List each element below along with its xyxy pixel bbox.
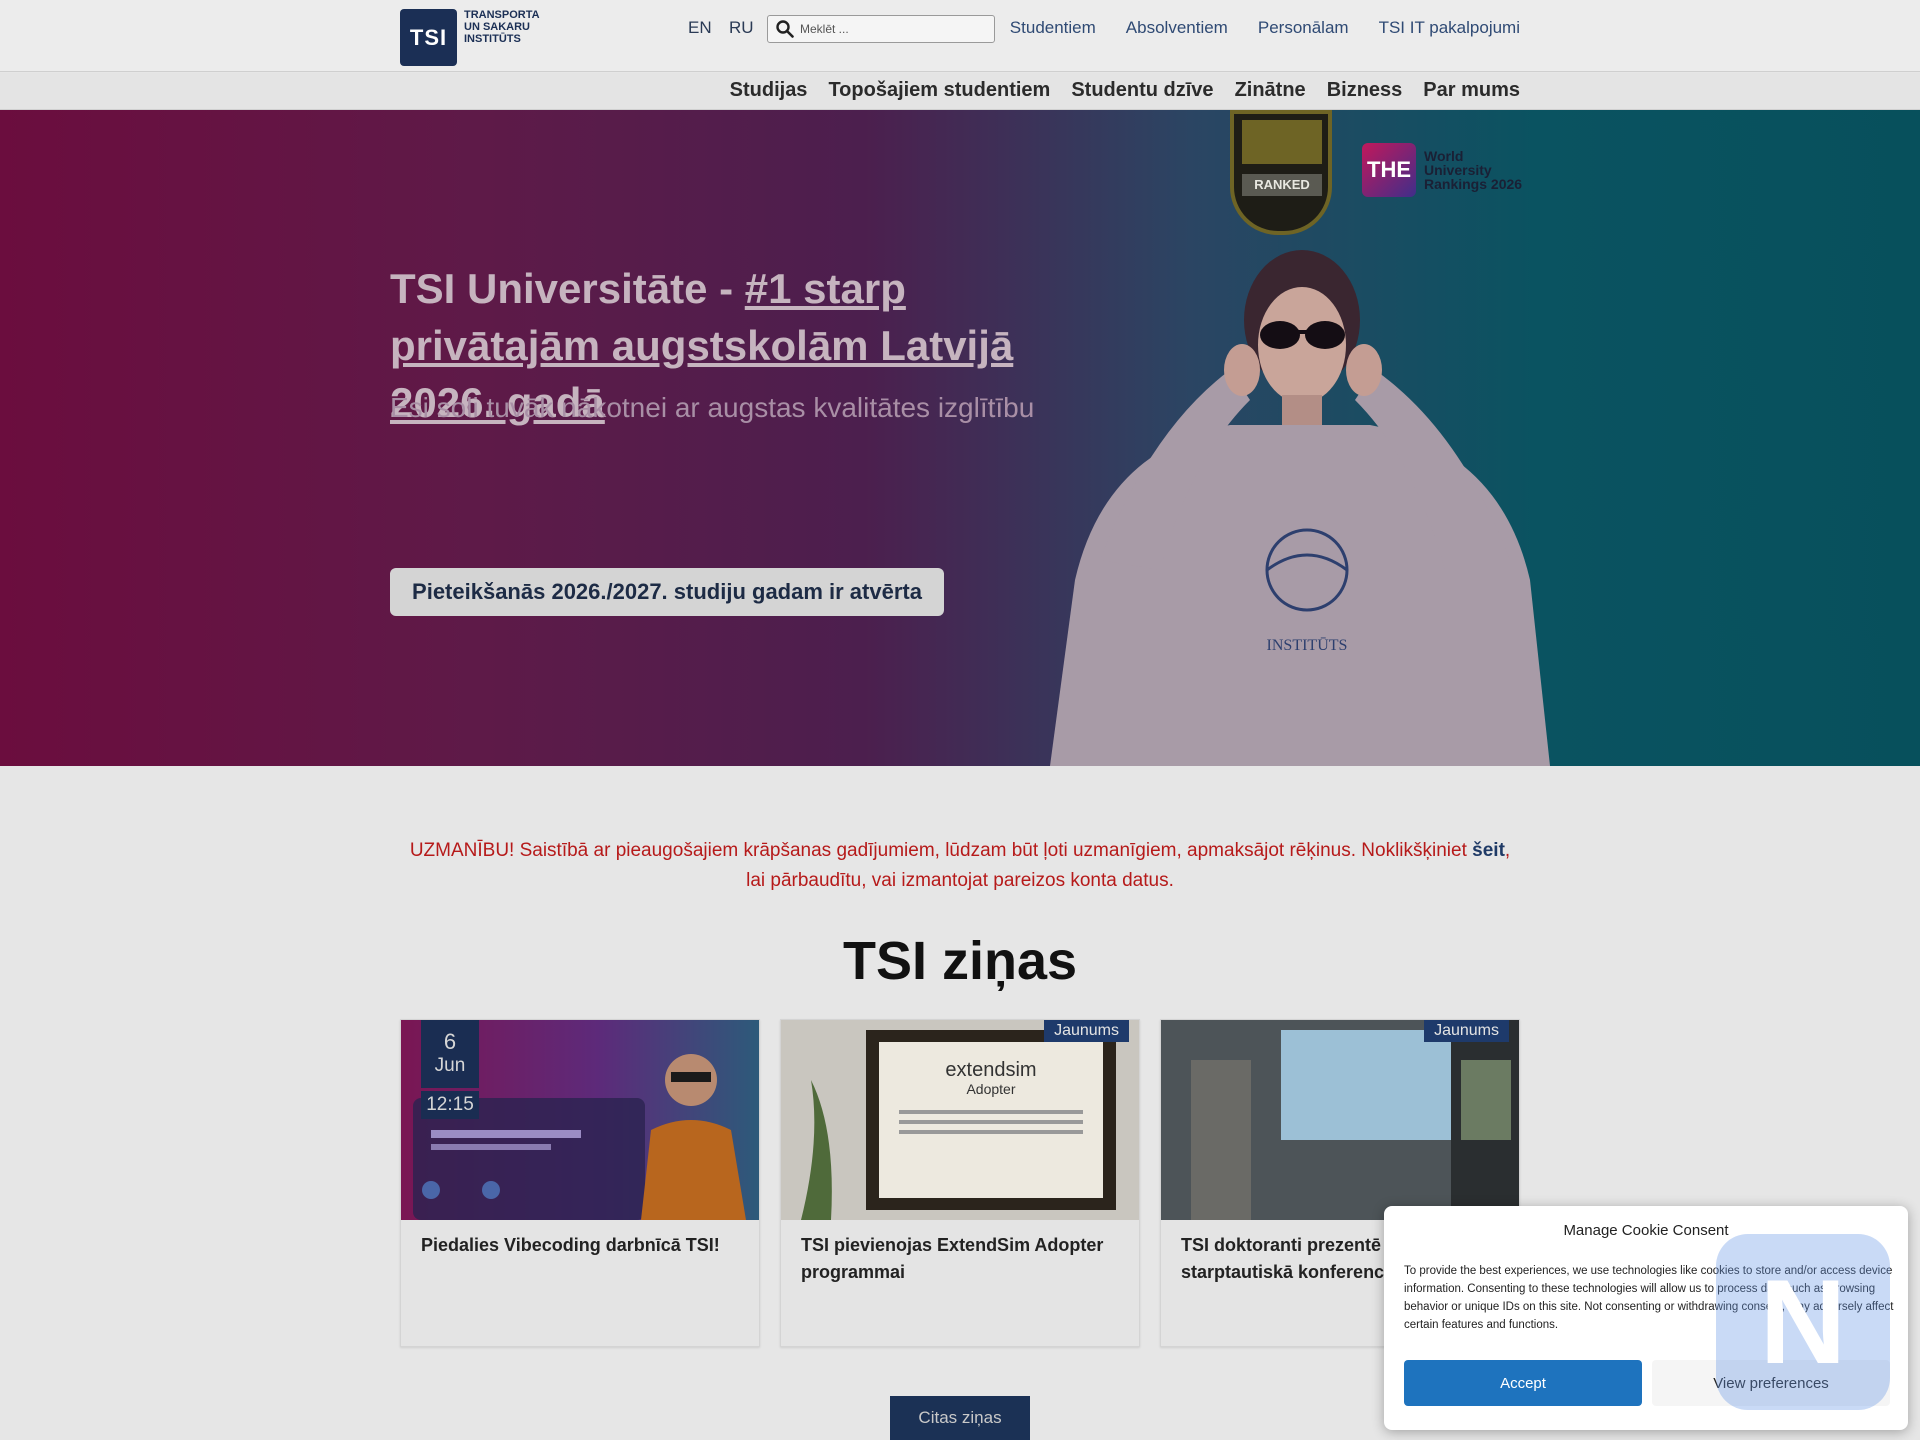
the-rankings-logo: THE World University Rankings 2026 [1362, 143, 1522, 197]
the-line-2: University [1424, 162, 1492, 178]
lang-ru-link[interactable]: RU [729, 18, 754, 38]
svg-text:INSTITŪTS: INSTITŪTS [1267, 637, 1348, 654]
logo-line-3: INSTITŪTS [464, 33, 521, 45]
top-link-absolventiem[interactable]: Absolventiem [1126, 18, 1228, 38]
logo-line-1: TRANSPORTA [464, 9, 540, 21]
notice-text-before: UZMANĪBU! Saistībā ar pieaugošajiem krāp… [409, 840, 1473, 861]
top-link-it-services[interactable]: TSI IT pakalpojumi [1379, 18, 1520, 38]
event-time: 12:15 [421, 1091, 479, 1119]
news-heading: TSI ziņas [842, 931, 1078, 991]
qs-badge-ranked: RANKED [1242, 174, 1322, 196]
top-links: Studentiem Absolventiem Personālam TSI I… [980, 18, 1520, 38]
nav-item-toposajiem[interactable]: Topošajiem studentiem [828, 79, 1050, 102]
nav-item-zinatne[interactable]: Zinātne [1235, 79, 1306, 102]
search-input[interactable] [800, 22, 980, 36]
nav-item-bizness[interactable]: Bizness [1327, 79, 1403, 102]
news-card[interactable]: extendsim Adopter Jaunums TSI pievienoja… [780, 1019, 1140, 1347]
certificate-graphic: extendsim Adopter [801, 1030, 1116, 1220]
fraud-notice: UZMANĪBU! Saistībā ar pieaugošajiem krāp… [400, 836, 1520, 896]
event-month: Jun [434, 1055, 466, 1076]
notice-link[interactable]: šeit [1472, 840, 1505, 861]
news-tag: Jaunums [1424, 1020, 1509, 1042]
search-box [767, 15, 995, 43]
qs-ranking-badge: RANKED [1230, 110, 1332, 235]
news-card-image: Jaunums [1161, 1020, 1519, 1220]
lang-en-link[interactable]: EN [688, 18, 712, 38]
top-link-studentiem[interactable]: Studentiem [1010, 18, 1096, 38]
news-card-title[interactable]: TSI pievienojas ExtendSim Adopter progra… [801, 1232, 1121, 1286]
hero-title-plain: TSI Universitāte - [390, 265, 745, 312]
search-icon[interactable] [776, 20, 794, 38]
the-text: World University Rankings 2026 [1424, 149, 1522, 191]
the-mark: THE [1362, 143, 1416, 197]
more-news-button[interactable]: Citas ziņas [890, 1396, 1030, 1440]
svg-text:Adopter: Adopter [966, 1081, 1015, 1097]
nav-item-par-mums[interactable]: Par mums [1423, 79, 1520, 102]
event-date: 6 Jun [421, 1020, 479, 1088]
news-card-title[interactable]: Piedalies Vibecoding darbnīcā TSI! [421, 1232, 741, 1259]
hero-banner: RANKED THE World University Rankings 202… [0, 110, 1920, 766]
qs-badge-top [1242, 120, 1322, 164]
cookie-accept-button[interactable]: Accept [1404, 1360, 1642, 1406]
nav-item-studentu-dzive[interactable]: Studentu dzīve [1071, 79, 1213, 102]
tsi-logo[interactable]: TSI TRANSPORTA UN SAKARU INSTITŪTS [400, 9, 554, 66]
news-tag: Jaunums [1044, 1020, 1129, 1042]
nav-item-studijas[interactable]: Studijas [730, 79, 808, 102]
svg-text:extendsim: extendsim [945, 1059, 1036, 1081]
apply-button[interactable]: Pieteikšanās 2026./2027. studiju gadam i… [390, 568, 944, 616]
news-card-image: extendsim Adopter Jaunums [781, 1020, 1139, 1220]
hero-subtitle: Esi soli tuvāk nākotnei ar augstas kvali… [390, 392, 1035, 423]
chat-widget-icon[interactable]: N [1716, 1234, 1890, 1410]
conference-room-graphic [1161, 1020, 1519, 1220]
logo-text: TRANSPORTA UN SAKARU INSTITŪTS [464, 9, 554, 45]
top-header: TSI TRANSPORTA UN SAKARU INSTITŪTS EN RU… [0, 0, 1920, 72]
news-card[interactable]: 6 Jun 12:15 Piedalies Vibecoding darbnīc… [400, 1019, 760, 1347]
the-line-1: World [1424, 148, 1464, 164]
the-line-3: Rankings 2026 [1424, 176, 1523, 192]
top-link-personalam[interactable]: Personālam [1258, 18, 1349, 38]
event-day: 6 [443, 1029, 457, 1054]
logo-mark: TSI [400, 9, 457, 66]
news-card-image: 6 Jun 12:15 [401, 1020, 759, 1220]
logo-line-2: UN SAKARU [464, 21, 530, 33]
main-nav: Studijas Topošajiem studentiem Studentu … [0, 73, 1920, 110]
